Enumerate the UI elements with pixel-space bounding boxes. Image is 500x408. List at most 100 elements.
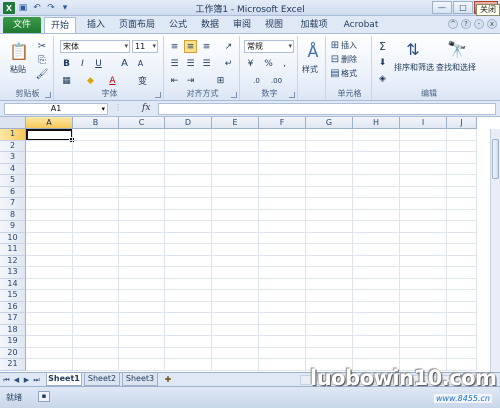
- row-header[interactable]: 18: [0, 324, 26, 336]
- row-header[interactable]: 5: [0, 175, 26, 187]
- row-header[interactable]: 9: [0, 221, 26, 233]
- row-header[interactable]: 15: [0, 290, 26, 302]
- workbook-close-icon[interactable]: x: [487, 19, 497, 29]
- delete-cells-label[interactable]: 删除: [341, 54, 357, 65]
- clipboard-launcher-icon[interactable]: [45, 92, 51, 98]
- tab-insert[interactable]: 插入: [82, 17, 110, 33]
- font-color-icon[interactable]: A: [106, 74, 119, 87]
- row-header[interactable]: 13: [0, 267, 26, 279]
- decrease-decimal-icon[interactable]: .00: [270, 74, 283, 87]
- border-icon[interactable]: ▦: [60, 74, 73, 87]
- shrink-font-button[interactable]: A: [134, 57, 147, 70]
- tab-view[interactable]: 视图: [260, 17, 288, 33]
- align-left-icon[interactable]: ☰: [168, 57, 181, 70]
- sheet-tab-sheet1[interactable]: Sheet1: [46, 373, 82, 386]
- sort-filter-label[interactable]: 排序和筛选: [394, 62, 434, 73]
- find-select-icon[interactable]: 🔭: [444, 38, 470, 60]
- row-header[interactable]: 7: [0, 198, 26, 210]
- row-header[interactable]: 19: [0, 336, 26, 348]
- tab-review[interactable]: 审阅: [228, 17, 256, 33]
- font-name-select[interactable]: 宋体: [60, 40, 130, 53]
- align-bottom-icon[interactable]: ≡: [200, 40, 213, 53]
- row-header[interactable]: 1: [0, 129, 26, 141]
- styles-label[interactable]: 样式: [302, 64, 318, 75]
- macro-record-icon[interactable]: ▪: [38, 391, 50, 402]
- select-all-corner[interactable]: [0, 117, 26, 129]
- column-header[interactable]: F: [259, 117, 306, 129]
- orientation-icon[interactable]: ↗: [222, 40, 235, 53]
- first-sheet-icon[interactable]: ⏮: [2, 375, 11, 385]
- delete-cells-icon[interactable]: ⊟: [330, 54, 340, 65]
- number-format-select[interactable]: 常规: [244, 40, 294, 53]
- sheet-tab-sheet2[interactable]: Sheet2: [84, 373, 120, 386]
- tab-addins[interactable]: 加载项: [296, 17, 332, 33]
- sheet-tab-sheet3[interactable]: Sheet3: [122, 373, 158, 386]
- font-size-select[interactable]: 11: [132, 40, 158, 53]
- find-select-label[interactable]: 查找和选择: [436, 62, 476, 73]
- italic-button[interactable]: I: [76, 57, 89, 70]
- maximize-button[interactable]: □: [453, 1, 473, 14]
- next-sheet-icon[interactable]: ▶: [22, 375, 31, 385]
- worksheet-grid[interactable]: A B C D E F G H I J 1 2 3 4 5 6 7 8 9 10 11 12 13 14 15 16 17 18 19 2…: [0, 117, 500, 372]
- format-painter-icon[interactable]: 🖌: [36, 68, 49, 80]
- vertical-scroll-thumb[interactable]: [492, 139, 499, 179]
- autosum-button[interactable]: Σ: [376, 40, 389, 53]
- column-header[interactable]: C: [119, 117, 165, 129]
- tab-home[interactable]: 开始: [44, 17, 76, 33]
- insert-sheet-icon[interactable]: ✚: [162, 374, 174, 385]
- paste-label[interactable]: 粘贴: [10, 64, 26, 75]
- sort-filter-icon[interactable]: ⇅: [400, 38, 426, 60]
- tab-formulas[interactable]: 公式: [164, 17, 192, 33]
- cut-icon[interactable]: ✂: [36, 40, 48, 52]
- column-header[interactable]: I: [400, 117, 447, 129]
- row-header[interactable]: 12: [0, 255, 26, 267]
- increase-indent-icon[interactable]: ⇥: [184, 74, 197, 87]
- decrease-indent-icon[interactable]: ⇤: [168, 74, 181, 87]
- row-header[interactable]: 10: [0, 232, 26, 244]
- row-header[interactable]: 8: [0, 209, 26, 221]
- column-header[interactable]: A: [26, 117, 73, 129]
- format-cells-icon[interactable]: ▤: [330, 68, 340, 79]
- align-middle-icon[interactable]: ≡: [184, 40, 197, 53]
- column-header[interactable]: G: [306, 117, 353, 129]
- number-launcher-icon[interactable]: [289, 92, 295, 98]
- minimize-button[interactable]: —: [432, 1, 452, 14]
- row-header[interactable]: 2: [0, 140, 26, 152]
- fill-icon[interactable]: ⬇: [376, 56, 389, 69]
- align-center-icon[interactable]: ☰: [184, 57, 197, 70]
- copy-icon[interactable]: ⎘: [36, 54, 48, 66]
- fill-color-icon[interactable]: ◆: [84, 74, 97, 87]
- bold-button[interactable]: B: [60, 57, 73, 70]
- insert-function-button[interactable]: fx: [142, 103, 150, 113]
- column-header[interactable]: E: [212, 117, 259, 129]
- workbook-minimize-icon[interactable]: -: [474, 19, 484, 29]
- row-header[interactable]: 14: [0, 278, 26, 290]
- align-top-icon[interactable]: ≡: [168, 40, 181, 53]
- row-header[interactable]: 21: [0, 359, 26, 371]
- increase-decimal-icon[interactable]: .0: [250, 74, 263, 87]
- tab-page-layout[interactable]: 页面布局: [114, 17, 160, 33]
- vertical-scrollbar[interactable]: [490, 129, 500, 372]
- phonetic-button[interactable]: 变: [136, 74, 149, 87]
- prev-sheet-icon[interactable]: ◀: [12, 375, 21, 385]
- row-header[interactable]: 6: [0, 186, 26, 198]
- row-header[interactable]: 16: [0, 301, 26, 313]
- row-header[interactable]: 11: [0, 244, 26, 256]
- column-header[interactable]: B: [73, 117, 119, 129]
- currency-icon[interactable]: ¥: [244, 57, 257, 70]
- font-launcher-icon[interactable]: [155, 92, 161, 98]
- row-header[interactable]: 3: [0, 152, 26, 164]
- styles-icon[interactable]: Å: [300, 40, 326, 62]
- row-header[interactable]: 4: [0, 163, 26, 175]
- last-sheet-icon[interactable]: ⏭: [32, 375, 41, 385]
- align-right-icon[interactable]: ☰: [200, 57, 213, 70]
- insert-cells-icon[interactable]: ⊞: [330, 40, 340, 51]
- clear-icon[interactable]: ◈: [376, 72, 389, 85]
- formula-input[interactable]: [158, 103, 496, 115]
- help-icon[interactable]: ?: [461, 19, 471, 29]
- paste-icon[interactable]: 📋: [6, 40, 32, 62]
- underline-button[interactable]: U: [92, 57, 105, 70]
- alignment-launcher-icon[interactable]: [231, 92, 237, 98]
- minimize-ribbon-icon[interactable]: ^: [448, 19, 458, 29]
- column-header[interactable]: J: [447, 117, 477, 129]
